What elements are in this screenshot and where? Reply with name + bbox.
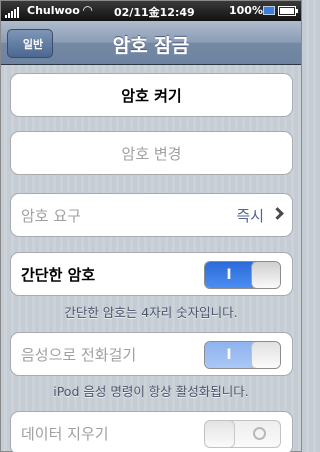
toggle-off-circle-icon [253,427,266,440]
erase-data-toggle[interactable] [204,420,281,448]
change-passcode-button[interactable]: 암호 변경 [10,131,293,175]
turn-passcode-on-label: 암호 켜기 [121,86,182,105]
voice-dial-toggle[interactable]: I [204,341,281,369]
battery-icon [278,6,298,16]
require-passcode-value: 즉시 [236,206,264,225]
page-title: 암호 잠금 [112,35,190,57]
navigation-bar: 일반 암호 잠금 [1,21,301,65]
simple-passcode-row: 간단한 암호 I [10,252,293,296]
require-passcode-label: 암호 요구 [21,206,81,225]
status-bar: Chulwoo ◠ 02/11金12:49 100% [1,1,301,21]
voice-dial-footer: iPod 음성 명령이 항상 활성화됩니다. [53,384,249,399]
chevron-right-icon [271,207,284,220]
require-passcode-row[interactable]: 암호 요구 즉시 [10,193,293,237]
carrier-name: Chulwoo [27,4,80,17]
battery-percent: 100% [229,4,263,17]
status-time: 02/11金12:49 [114,6,195,19]
change-passcode-label: 암호 변경 [121,144,182,163]
erase-data-label: 데이터 지우기 [21,424,109,443]
toggle-knob [251,262,280,288]
voice-dial-row: 음성으로 전화걸기 I [10,332,293,376]
voice-dial-label: 음성으로 전화걸기 [21,345,137,364]
mail-icon [263,6,275,15]
erase-data-row: 데이터 지우기 [10,411,293,452]
turn-passcode-on-button[interactable]: 암호 켜기 [10,73,293,117]
toggle-on-label: I [205,342,253,368]
wifi-icon: ◠ [83,3,93,17]
signal-strength-icon [5,7,19,18]
simple-passcode-toggle[interactable]: I [204,261,281,289]
simple-passcode-footer: 간단한 암호는 4자리 숫자입니다. [64,305,238,320]
toggle-knob [251,342,280,368]
toggle-knob [205,421,235,447]
toggle-on-label: I [205,262,253,288]
simple-passcode-label: 간단한 암호 [21,265,96,284]
